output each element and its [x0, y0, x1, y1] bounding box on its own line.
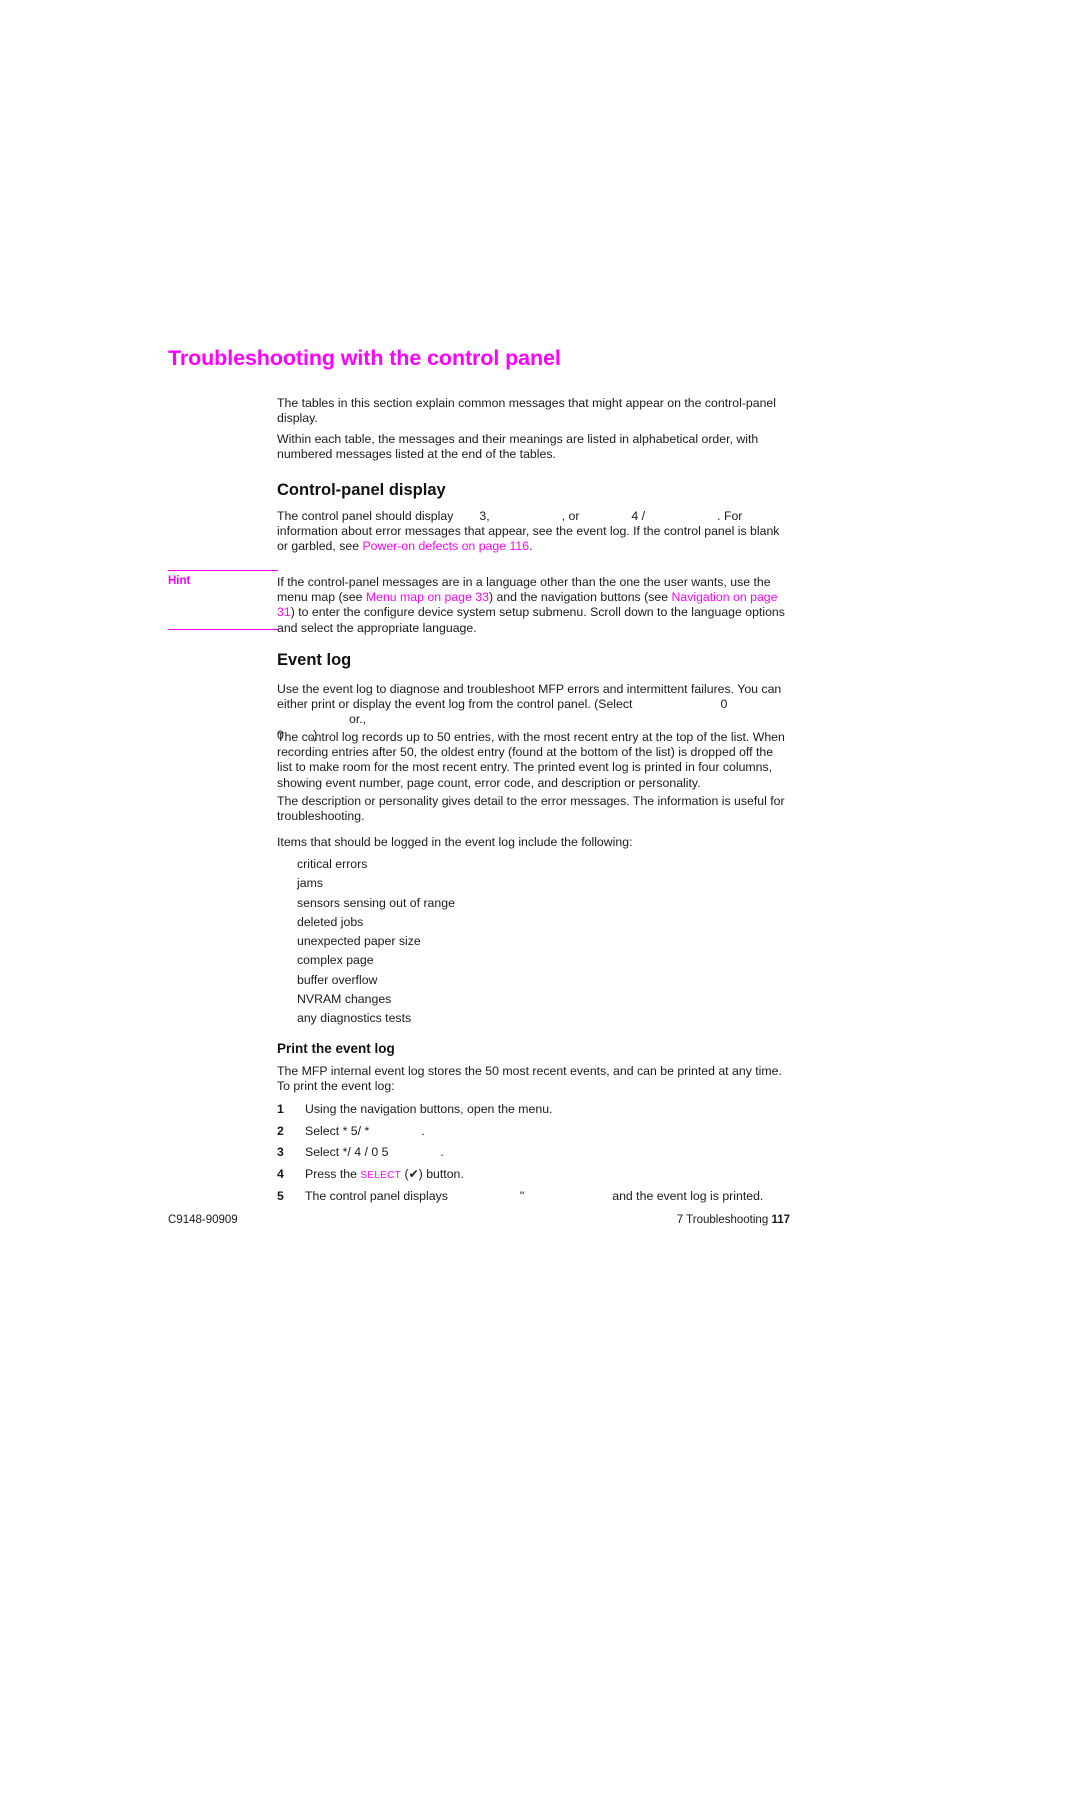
list-item: any diagnostics tests	[297, 1011, 412, 1026]
list-item: jams	[297, 876, 323, 891]
heading-control-panel-display: Control-panel display	[277, 481, 446, 499]
hint-text-part-3: ) to enter the configure device system s…	[277, 605, 785, 635]
step-code: */ 4 / 0 5	[342, 1145, 389, 1159]
print-event-log-steps: 1 Using the navigation buttons, open the…	[277, 1099, 789, 1208]
step-text-post: .	[421, 1123, 425, 1138]
el-text-part-1: Use the event log to diagnose and troubl…	[277, 682, 782, 712]
cpd-message-2: 4 /	[631, 509, 646, 523]
hint-text: If the control-panel messages are in a l…	[277, 575, 789, 636]
step-text-pre: Select	[305, 1123, 340, 1138]
list-item: buffer overflow	[297, 972, 378, 987]
xref-power-on-defects-page[interactable]: on page 116	[462, 539, 529, 553]
step-text-pre: Select	[305, 1145, 340, 1159]
heading-print-the-event-log: Print the event log	[277, 1041, 395, 1056]
xref-menu-map-page[interactable]: on page 33	[427, 590, 489, 604]
checkmark-icon: ✔	[408, 1166, 419, 1181]
list-item: deleted jobs	[297, 914, 364, 929]
hint-text-part-2: ) and the navigation buttons (see	[488, 590, 669, 605]
list-item: complex page	[297, 953, 374, 968]
paren-close: )	[418, 1166, 423, 1181]
el-message-1: 0	[720, 697, 728, 712]
intro-paragraph-2: Within each table, the messages and thei…	[277, 432, 759, 462]
event-log-paragraph-4: Items that should be logged in the event…	[277, 835, 633, 849]
footer-page-number: 117	[771, 1214, 790, 1226]
step-text-pre: Press the	[305, 1166, 357, 1181]
step-number: 1	[277, 1102, 284, 1116]
el-or: or	[349, 712, 360, 727]
hint-rule-top	[168, 570, 278, 572]
manual-page: Troubleshooting with the control panel T…	[0, 0, 1080, 1793]
step-text-post: .	[440, 1145, 444, 1159]
event-log-paragraph-3: The description or personality gives det…	[277, 794, 785, 824]
print-event-log-intro: The MFP internal event log stores the 50…	[277, 1064, 782, 1094]
intro-paragraph-1: The tables in this section explain commo…	[277, 396, 776, 426]
list-item: unexpected paper size	[297, 934, 421, 949]
select-button-label: SELECT	[360, 1169, 402, 1181]
xref-navigation[interactable]: Navigation	[671, 590, 729, 604]
hint-rule-bottom	[168, 629, 278, 631]
list-item: sensors sensing out of range	[297, 895, 455, 910]
xref-menu-map[interactable]: Menu map	[366, 590, 424, 604]
step-text-post: and the event log is printed.	[612, 1189, 764, 1203]
event-log-paragraph-2: The control log records up to 50 entries…	[277, 730, 785, 790]
cpd-period: .	[529, 539, 533, 554]
footer-part-number: C9148-90909	[168, 1214, 238, 1226]
step-3: 3 Select */ 4 / 0 5.	[277, 1142, 789, 1164]
footer-chapter: 7 Troubleshooting	[676, 1214, 769, 1226]
step-number: 4	[277, 1166, 284, 1181]
xref-power-on-defects[interactable]: Power-on defects	[362, 539, 458, 553]
step-code: * 5/ *	[342, 1123, 370, 1138]
step-5: 5 The control panel displays " and the eve…	[277, 1186, 789, 1208]
list-item: critical errors	[297, 857, 368, 871]
step-text-pre: The control panel displays	[305, 1189, 448, 1203]
footer-chapter-and-page: 7 Troubleshooting 117	[677, 1214, 790, 1226]
page-title: Troubleshooting with the control panel	[168, 346, 561, 370]
step-text: Using the navigation buttons, open the m…	[305, 1102, 553, 1116]
step-code: "	[519, 1189, 525, 1203]
cpd-comma: ,	[486, 509, 490, 523]
step-2: 2 Select * 5/ *.	[277, 1121, 789, 1143]
el-comma: .,	[359, 712, 367, 727]
step-number: 5	[277, 1189, 284, 1203]
cpd-text-part-1: The control panel should display	[277, 509, 454, 523]
step-number: 2	[277, 1123, 284, 1138]
event-log-bullet-list: critical errors jams sensors sensing out…	[277, 855, 789, 1029]
list-item: NVRAM changes	[297, 992, 392, 1007]
step-number: 3	[277, 1145, 284, 1159]
step-4: 4 Press the SELECT (✔) button.	[277, 1164, 789, 1187]
heading-event-log: Event log	[277, 651, 352, 669]
cpd-or: , or	[561, 509, 580, 523]
step-1: 1 Using the navigation buttons, open the…	[277, 1099, 789, 1121]
control-panel-display-paragraph: The control panel should display 3,, or 4 …	[277, 509, 789, 555]
step-text-post: button.	[426, 1166, 464, 1181]
hint-label: Hint	[168, 575, 191, 587]
